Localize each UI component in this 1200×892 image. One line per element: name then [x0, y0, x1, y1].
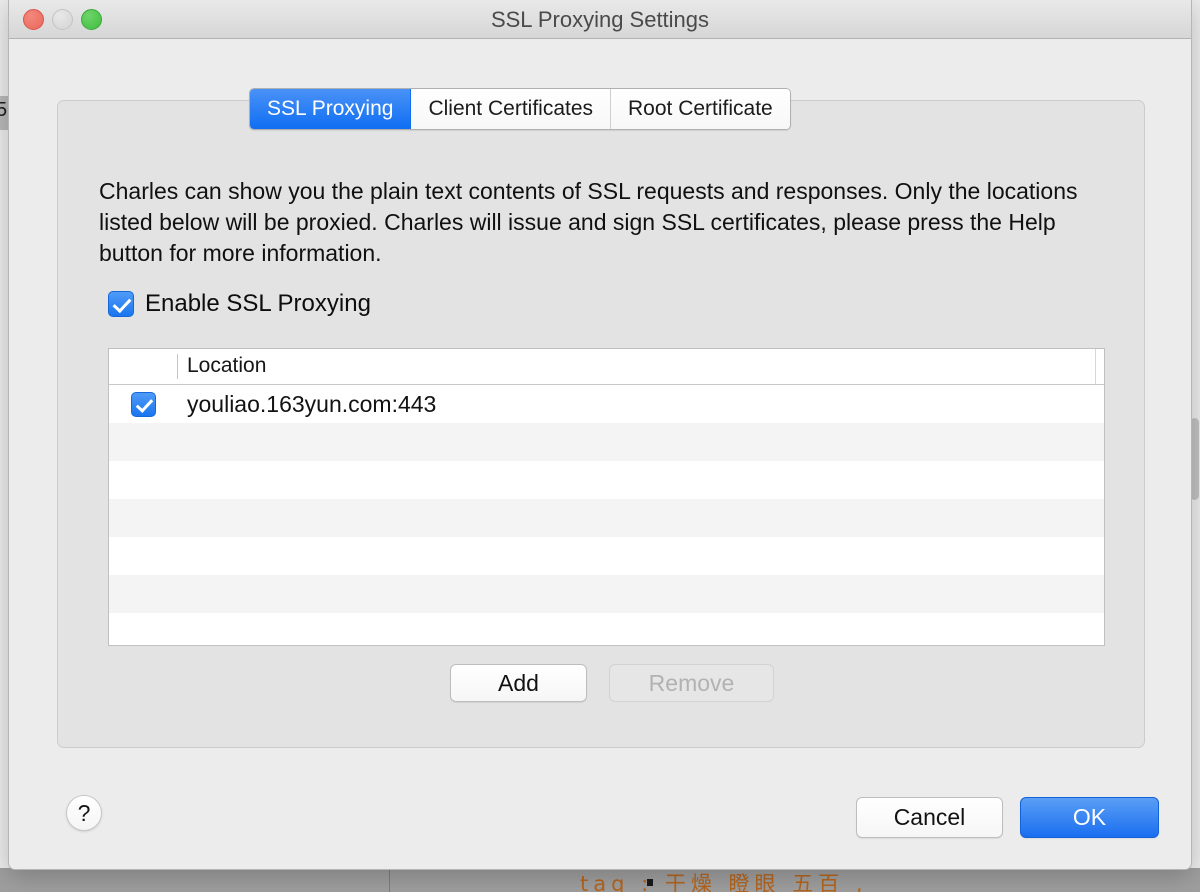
background-bottom-text: tag : 干燥 瞪眼 五百 ,: [580, 872, 868, 892]
tab-root-certificate[interactable]: Root Certificate: [611, 89, 790, 129]
table-row-empty[interactable]: [109, 499, 1104, 537]
window-title: SSL Proxying Settings: [490, 7, 710, 32]
column-divider-right: [1095, 349, 1096, 384]
dialog-footer-actions: Cancel OK: [856, 797, 1159, 838]
row-enable-checkbox[interactable]: [130, 391, 156, 417]
cancel-button[interactable]: Cancel: [856, 797, 1003, 838]
help-button[interactable]: ?: [66, 795, 102, 831]
enable-ssl-proxying-checkbox[interactable]: [108, 291, 134, 317]
ssl-proxying-settings-dialog: SSL Proxying Settings SSL Proxying Clien…: [8, 0, 1192, 870]
background-bottom-divider: [389, 868, 390, 892]
row-checkbox-cell[interactable]: [109, 391, 177, 417]
table-row-empty[interactable]: [109, 461, 1104, 499]
add-button[interactable]: Add: [450, 664, 587, 702]
table-row-empty[interactable]: [109, 423, 1104, 461]
table-actions: Add Remove: [450, 664, 774, 702]
row-location-label: youliao.163yun.com:443: [187, 390, 437, 417]
enable-ssl-proxying-row[interactable]: Enable SSL Proxying: [108, 290, 371, 318]
locations-table[interactable]: Location youliao.163yun.com:443: [108, 348, 1105, 646]
remove-button: Remove: [609, 664, 774, 702]
title-bar: SSL Proxying Settings: [9, 0, 1191, 39]
tab-ssl-proxying[interactable]: SSL Proxying: [250, 89, 412, 129]
column-divider: [177, 354, 178, 379]
background-bottom-caret: [647, 879, 653, 886]
tab-client-certificates[interactable]: Client Certificates: [411, 89, 612, 129]
ok-button[interactable]: OK: [1020, 797, 1159, 838]
table-row-empty[interactable]: [109, 537, 1104, 575]
enable-ssl-proxying-label: Enable SSL Proxying: [145, 290, 371, 317]
column-header-location[interactable]: Location: [187, 354, 266, 378]
table-row[interactable]: youliao.163yun.com:443: [109, 385, 1104, 423]
locations-table-header: Location: [109, 349, 1104, 385]
tab-bar: SSL Proxying Client Certificates Root Ce…: [249, 88, 791, 130]
panel-description: Charles can show you the plain text cont…: [99, 178, 1078, 266]
table-row-empty[interactable]: [109, 613, 1104, 645]
table-row-empty[interactable]: [109, 575, 1104, 613]
